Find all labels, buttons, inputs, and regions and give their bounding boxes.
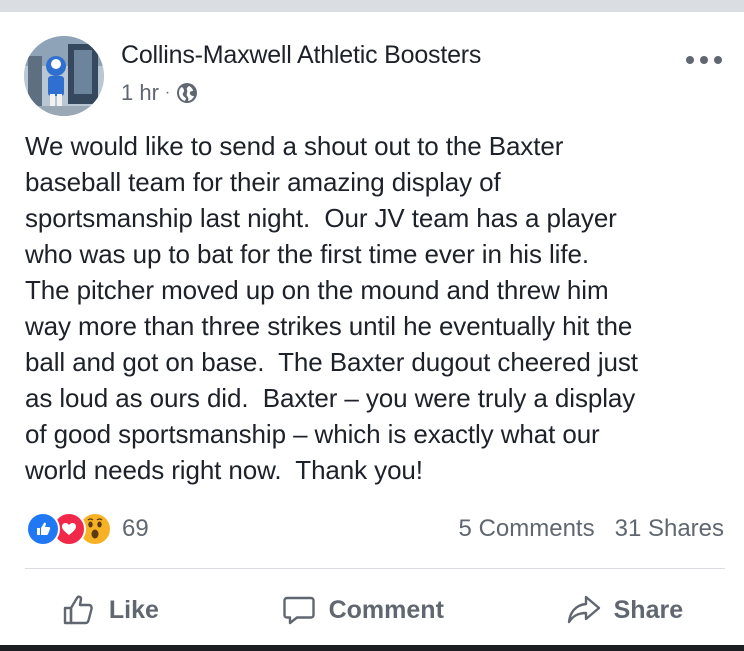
comment-button-label: Comment (328, 595, 444, 624)
post-actions-bar: Like Comment Share (0, 585, 744, 635)
post-timestamp[interactable]: 1 hr (121, 80, 159, 106)
post-body-line: baseball team for their amazing display … (25, 167, 501, 197)
post-body-line: sportsmanship last night. Our JV team ha… (25, 203, 617, 233)
reaction-count: 69 (122, 515, 149, 542)
reactions-summary[interactable]: 69 (26, 512, 149, 546)
thumbs-up-icon (63, 595, 93, 625)
meta-separator: · (164, 84, 171, 101)
top-separator-bar (0, 0, 744, 12)
post-meta: 1 hr · (121, 80, 198, 106)
comment-bubble-icon (282, 596, 315, 625)
mascot-avatar-image (24, 36, 104, 116)
like-reaction-icon (26, 512, 60, 546)
share-arrow-icon (567, 595, 600, 624)
actions-divider (25, 568, 725, 569)
more-dot (686, 56, 694, 64)
post-author-name[interactable]: Collins-Maxwell Athletic Boosters (121, 41, 481, 70)
share-button[interactable]: Share (566, 592, 683, 628)
bottom-separator-bar (0, 645, 744, 651)
more-options-icon[interactable] (686, 52, 722, 68)
more-dot (700, 56, 708, 64)
share-button-label: Share (613, 595, 684, 624)
post-body-line: who was up to bat for the first time eve… (25, 239, 589, 269)
post-body-line: world needs right now. Thank you! (25, 455, 423, 485)
comments-count-link[interactable]: 5 Comments (459, 515, 595, 543)
more-dot (714, 56, 722, 64)
shares-count-link[interactable]: 31 Shares (615, 515, 724, 543)
comment-button[interactable]: Comment (281, 592, 444, 628)
post-body-line: way more than three strikes until he eve… (25, 311, 633, 341)
post-body-line: We would like to send a shout out to the… (25, 131, 564, 161)
globe-icon[interactable] (176, 82, 198, 104)
post-body: We would like to send a shout out to the… (25, 128, 725, 488)
post-body-line: ball and got on base. The Baxter dugout … (25, 347, 638, 377)
like-button-label: Like (108, 595, 159, 624)
post-body-line: as loud as ours did. Baxter – you were t… (25, 383, 636, 413)
engagement-counts: 5 Comments 31 Shares (459, 515, 724, 543)
post-body-line: of good sportsmanship – which is exactly… (25, 419, 600, 449)
post-body-line: The pitcher moved up on the mound and th… (25, 275, 609, 305)
like-button[interactable]: Like (61, 592, 159, 628)
avatar[interactable] (24, 36, 104, 116)
